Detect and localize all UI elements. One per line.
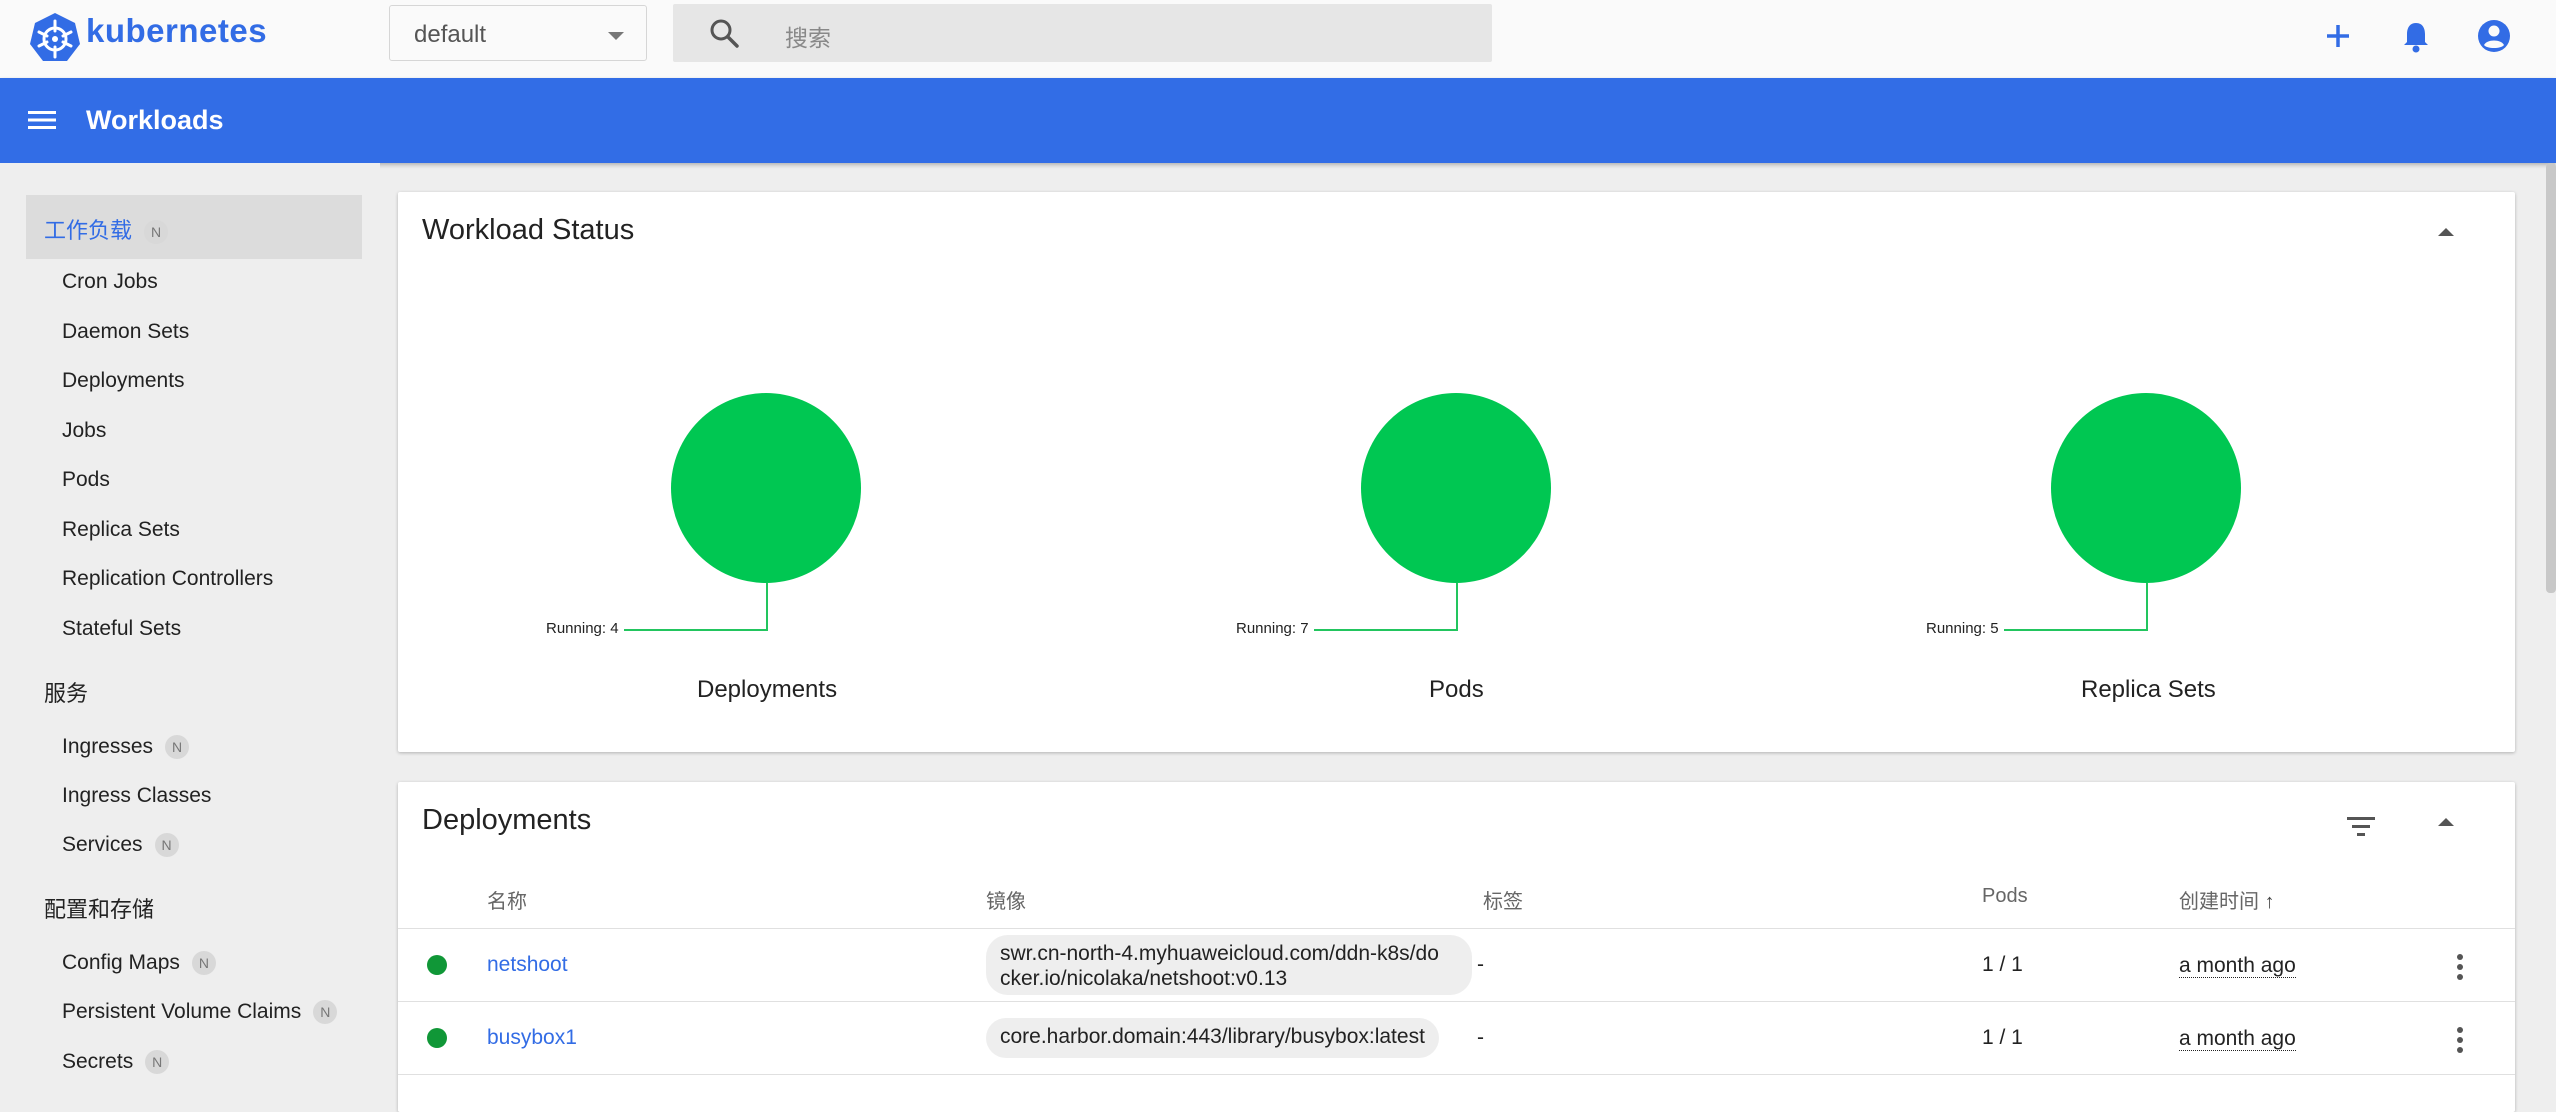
sidebar-item-workloads[interactable]: 工作负载 N	[26, 195, 362, 259]
account-icon[interactable]	[2473, 15, 2515, 57]
leader-line	[766, 583, 768, 630]
column-header-pods: Pods	[1982, 885, 2028, 907]
namespaced-badge: N	[191, 951, 216, 976]
pods-cell: 1 / 1	[1982, 953, 2023, 976]
namespace-select[interactable]: default	[389, 5, 647, 61]
notifications-icon[interactable]	[2395, 15, 2437, 57]
running-label: Running: 7	[1236, 620, 1309, 637]
namespaced-badge: N	[154, 833, 179, 858]
namespace-value: default	[414, 21, 487, 48]
created-time: a month ago	[2179, 954, 2296, 978]
column-header-labels: 标签	[1483, 891, 1523, 913]
filter-icon[interactable]	[2345, 812, 2377, 840]
pods-cell: 1 / 1	[1982, 1026, 2023, 1049]
card-title: Workload Status	[422, 214, 635, 246]
sidebar-item-deployments[interactable]: Deployments	[62, 369, 185, 393]
brand-name[interactable]: kubernetes	[86, 12, 267, 50]
sidebar-item-label: Config Maps	[62, 951, 180, 974]
chart-name: Pods	[1429, 676, 1484, 703]
sidebar-item-jobs[interactable]: Jobs	[62, 419, 106, 443]
leader-line	[1456, 583, 1458, 630]
column-header-created[interactable]: 创建时间 ↑	[2179, 885, 2275, 914]
search-icon	[710, 19, 739, 48]
sidebar-item-stateful-sets[interactable]: Stateful Sets	[62, 617, 181, 641]
card-title: Deployments	[422, 804, 592, 836]
deployments-status-pie	[671, 393, 861, 583]
namespaced-badge: N	[165, 735, 190, 760]
divider	[398, 928, 2515, 929]
replica-sets-status-pie	[2051, 393, 2241, 583]
namespaced-badge: N	[313, 1000, 338, 1025]
collapse-icon[interactable]	[2438, 818, 2454, 826]
sidebar-item-label: Secrets	[62, 1050, 134, 1073]
sidebar-item-replica-sets[interactable]: Replica Sets	[62, 518, 180, 542]
more-vert-icon[interactable]	[2457, 954, 2463, 984]
sidebar-item-services[interactable]: Services N	[62, 833, 179, 858]
sidebar-item-config-maps[interactable]: Config Maps N	[62, 951, 216, 976]
column-header-image: 镜像	[986, 891, 1026, 913]
deployment-name-link[interactable]: busybox1	[487, 1026, 577, 1050]
sidebar-item-label: Ingresses	[62, 735, 154, 758]
status-ok-icon	[427, 955, 447, 975]
search-bar[interactable]: 搜索	[673, 4, 1492, 62]
kubernetes-logo-icon[interactable]	[28, 11, 82, 65]
sidebar-item-replication-controllers[interactable]: Replication Controllers	[62, 567, 273, 591]
sidebar-item-label: Services	[62, 833, 143, 856]
sidebar-item-label: Persistent Volume Claims	[62, 1000, 302, 1023]
leader-line	[2146, 583, 2148, 630]
page-title: Workloads	[86, 105, 224, 135]
divider	[398, 1074, 2515, 1075]
image-chip: swr.cn-north-4.myhuaweicloud.com/ddn-k8s…	[986, 935, 1472, 995]
sidebar-item-cron-jobs[interactable]: Cron Jobs	[62, 270, 158, 294]
menu-icon[interactable]	[26, 105, 60, 135]
image-chip: core.harbor.domain:443/library/busybox:l…	[986, 1018, 1439, 1058]
chevron-down-icon	[608, 32, 624, 40]
pods-status-pie	[1361, 393, 1551, 583]
sidebar-item-ingress-classes[interactable]: Ingress Classes	[62, 784, 211, 808]
collapse-icon[interactable]	[2438, 228, 2454, 236]
column-header-name[interactable]: 名称	[487, 885, 527, 914]
chart-name: Deployments	[697, 676, 838, 703]
status-ok-icon	[427, 1028, 447, 1048]
leader-line	[2004, 629, 2148, 631]
divider	[398, 1001, 2515, 1002]
sidebar-heading-services[interactable]: 服务	[44, 676, 88, 708]
sidebar-item-pods[interactable]: Pods	[62, 468, 110, 492]
running-label: Running: 5	[1926, 620, 1999, 637]
sidebar: 工作负载 N Cron Jobs Daemon Sets Deployments …	[0, 163, 380, 1091]
labels-cell: -	[1477, 953, 1484, 976]
sidebar-item-daemon-sets[interactable]: Daemon Sets	[62, 320, 189, 344]
sidebar-item-label: 工作负载	[44, 218, 133, 243]
running-label: Running: 4	[546, 620, 619, 637]
sidebar-item-ingresses[interactable]: Ingresses N	[62, 735, 190, 760]
sidebar-item-persistent-volume-claims[interactable]: Persistent Volume Claims N	[62, 1000, 338, 1025]
column-header-label: 创建时间	[2179, 891, 2259, 913]
namespaced-badge: N	[144, 220, 169, 245]
sidebar-item-secrets[interactable]: Secrets N	[62, 1050, 170, 1075]
sidebar-heading-config-storage[interactable]: 配置和存储	[44, 892, 154, 924]
add-icon[interactable]	[2317, 15, 2359, 57]
leader-line	[624, 629, 768, 631]
labels-cell: -	[1477, 1026, 1484, 1049]
sort-arrow-icon: ↑	[2264, 891, 2275, 913]
leader-line	[1314, 629, 1458, 631]
image-text-line: swr.cn-north-4.myhuaweicloud.com/ddn-k8s…	[1000, 942, 1439, 965]
page-header: Workloads	[0, 78, 2556, 163]
top-toolbar: kubernetes default 搜索	[0, 0, 2556, 78]
chart-name: Replica Sets	[2081, 676, 2216, 703]
created-time: a month ago	[2179, 1027, 2296, 1051]
more-vert-icon[interactable]	[2457, 1027, 2463, 1057]
image-text-line: cker.io/nicolaka/netshoot:v0.13	[1000, 967, 1288, 990]
namespaced-badge: N	[145, 1050, 170, 1075]
page-scrollbar[interactable]	[2546, 163, 2556, 593]
search-placeholder: 搜索	[785, 25, 831, 51]
deployment-name-link[interactable]: netshoot	[487, 953, 568, 977]
